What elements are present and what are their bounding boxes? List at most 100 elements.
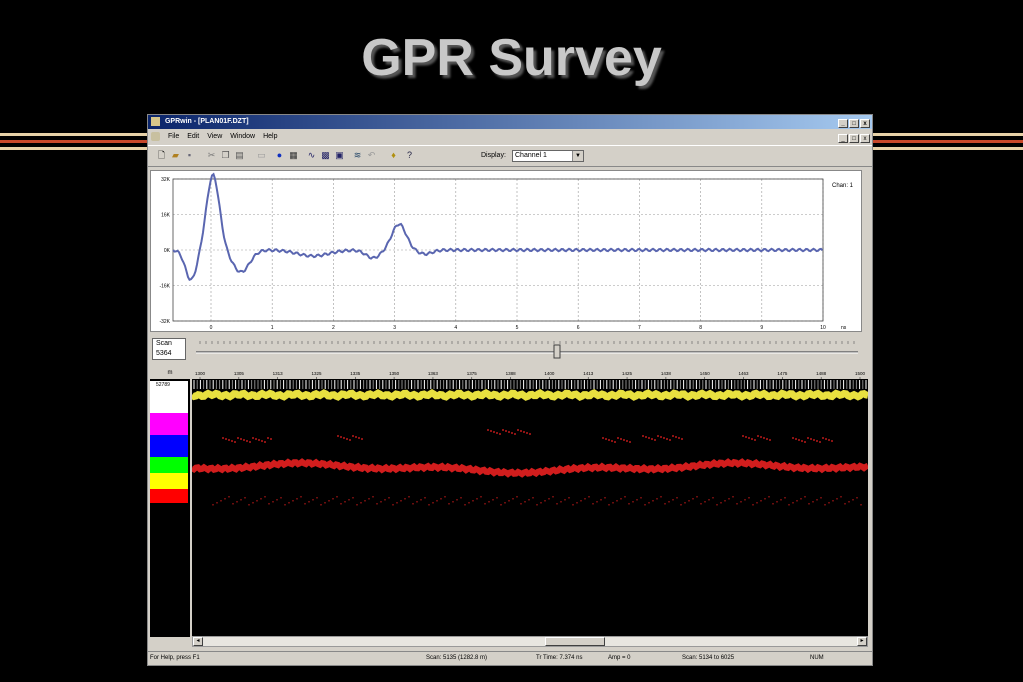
speckle [225,438,227,440]
menu-edit[interactable]: Edit [187,133,199,140]
speckle [256,500,258,502]
speckle [669,439,671,441]
scan-slider[interactable] [194,338,862,360]
chevron-down-icon[interactable]: ▼ [572,151,583,161]
decor-line-left-3 [0,147,147,150]
palette-white: 52789 [150,381,188,413]
maximize-button[interactable]: □ [849,119,859,128]
speckle [500,504,502,506]
radargram-panel: m 52789 1300 1305 1313 1325 1335 1350 1363 1375… [150,367,868,637]
grid-icon[interactable]: ▩ [320,150,331,161]
speckle [228,439,230,441]
speckle [660,436,662,438]
speckle [654,439,656,441]
speckle [364,500,366,502]
info-icon[interactable]: ● [274,150,285,161]
speckle [820,497,822,499]
child-restore-button[interactable]: □ [849,134,859,143]
wave-icon[interactable]: ≋ [352,150,363,161]
speckle [246,440,248,442]
x-tick-label: 4 [454,325,457,331]
speckle [704,501,706,503]
speckle [828,502,830,504]
speckle [780,499,782,501]
speckle [788,504,790,506]
speckle [620,438,622,440]
child-minimize-button[interactable]: _ [838,134,848,143]
speckle [632,501,634,503]
new-file-icon[interactable]: 🗋 [156,150,167,161]
menu-window[interactable]: Window [230,133,255,140]
speckle [831,440,833,442]
window-titlebar[interactable]: GPRwin - [PLAN01F.DZT] _ □ x [148,115,872,129]
speckle [712,497,714,499]
speckle [380,501,382,503]
y-tick-label: -16K [159,284,170,290]
speckle [464,504,466,506]
filter-icon[interactable]: ∿ [306,150,317,161]
speckle [700,503,702,505]
open-folder-icon[interactable]: ▰ [170,150,181,161]
speckle [267,437,269,439]
layout-icon[interactable]: ▣ [334,150,345,161]
display-select[interactable]: Channel 1 ▼ [512,150,584,162]
speckle [651,438,653,440]
speckle [249,441,251,443]
speckle [648,502,650,504]
menu-view[interactable]: View [207,133,222,140]
speckle [828,439,830,441]
speckle [349,439,351,441]
scan-label: Scan [156,340,172,347]
speckle [840,496,842,498]
paste-icon[interactable]: ▤ [234,150,245,161]
speckle [604,497,606,499]
speckle [216,502,218,504]
horizontal-scrollbar[interactable]: ◂ ▸ [192,636,868,647]
speckle [511,432,513,434]
marker-icon[interactable]: ♦ [388,150,399,161]
help-pointer-icon[interactable]: ? [404,150,415,161]
speckle [484,503,486,505]
speckle [742,435,744,437]
speckle [795,438,797,440]
slide-title: GPR Survey [361,29,662,87]
cut-icon[interactable]: ✂ [206,150,217,161]
speckle [244,497,246,499]
scan-value: 5364 [156,350,172,357]
speckle [224,498,226,500]
speckle [636,499,638,501]
speckle [664,503,666,505]
save-icon[interactable]: ▪ [184,150,195,161]
speckle [720,502,722,504]
speckle [400,500,402,502]
speckle [368,498,370,500]
waveform-svg: 32K 16K 0K -16K -32K 0 1 2 3 4 5 6 7 8 9 10 ns [159,172,847,331]
scroll-thumb[interactable] [545,637,605,646]
speckle [800,498,802,500]
copy-icon[interactable]: ❐ [220,150,231,161]
speckle [492,499,494,501]
process-icon[interactable]: ▦ [288,150,299,161]
speckle [745,436,747,438]
y-tick-label: 0K [164,248,171,254]
close-button[interactable]: x [860,119,870,128]
speckle [499,433,501,435]
undo-icon[interactable]: ↶ [366,150,377,161]
minimize-button[interactable]: _ [838,119,848,128]
print-icon[interactable]: ▭ [256,150,267,161]
menu-file[interactable]: File [168,133,179,140]
scroll-left-button[interactable]: ◂ [193,637,203,646]
speckle [548,498,550,500]
speckle [822,437,824,439]
speckle [236,501,238,503]
slider-thumb[interactable] [553,344,561,359]
speckle [452,501,454,503]
speckle [516,496,518,498]
speckle [222,437,224,439]
child-close-button[interactable]: x [860,134,870,143]
menu-help[interactable]: Help [263,133,277,140]
speckle [526,432,528,434]
scroll-right-button[interactable]: ▸ [857,637,867,646]
speckle [252,502,254,504]
speckle [528,499,530,501]
